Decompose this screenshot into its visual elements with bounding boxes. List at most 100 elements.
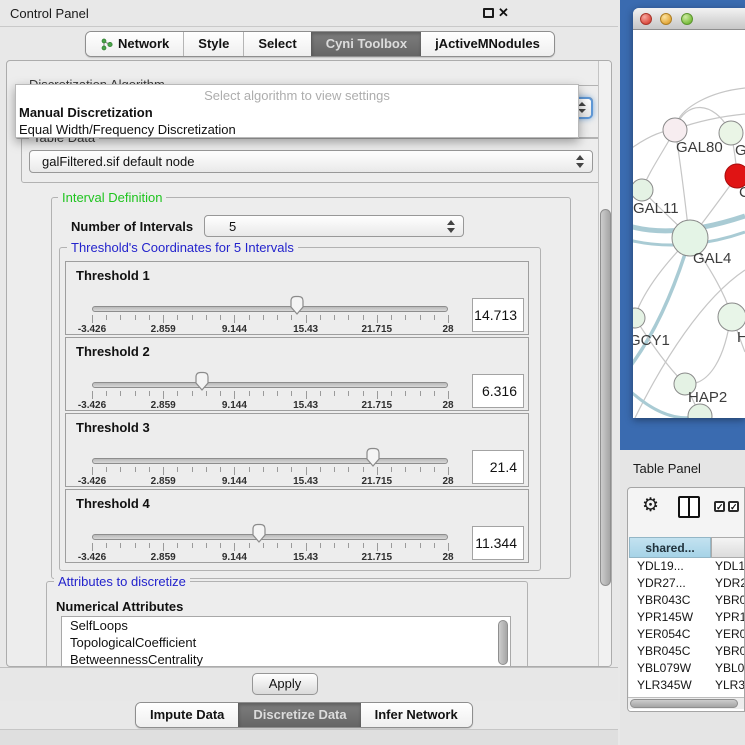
tick-mark	[348, 543, 349, 548]
node-label: H	[737, 329, 745, 346]
network-view-frame: GAL80GACGAL11GAL4GCY1HHAP2	[620, 0, 745, 450]
slider-thumb[interactable]	[289, 295, 305, 315]
column-header-name[interactable]: na	[711, 537, 745, 558]
attribute-list-item[interactable]: BetweennessCentrality	[62, 651, 510, 667]
algorithm-option[interactable]: Manual Discretization	[16, 104, 578, 121]
close-icon[interactable]: ✕	[498, 5, 509, 21]
table-row[interactable]: YDL19...YDL1	[629, 558, 745, 575]
table-row[interactable]: YLR345WYLR3	[629, 677, 745, 694]
tab-infer-network[interactable]: Infer Network	[361, 703, 472, 727]
tab-discretize-data[interactable]: Discretize Data	[238, 703, 360, 727]
tick-mark	[320, 391, 321, 396]
threshold-value-field[interactable]: 14.713	[472, 298, 524, 332]
tick-mark	[405, 467, 406, 472]
tick-mark	[420, 543, 421, 548]
tick-mark	[306, 467, 307, 475]
slider-thumb[interactable]	[194, 371, 210, 391]
tick-mark	[320, 315, 321, 320]
threshold-value-field[interactable]: 21.4	[472, 450, 524, 484]
slider-thumb[interactable]	[365, 447, 381, 467]
tick-mark	[377, 315, 378, 323]
tick-mark	[177, 543, 178, 548]
float-window-icon[interactable]	[483, 8, 494, 18]
tick-mark	[277, 467, 278, 472]
horizontal-scrollbar-thumb[interactable]	[630, 699, 738, 708]
threshold-value-field[interactable]: 11.344	[472, 526, 524, 560]
tick-mark	[377, 467, 378, 475]
checkbox-checked[interactable]: ✓	[728, 501, 739, 512]
node-label: GAL80	[676, 139, 723, 156]
tick-mark	[135, 391, 136, 396]
gear-icon[interactable]: ⚙	[642, 494, 659, 517]
attributes-listbox[interactable]: SelfLoopsTopologicalCoefficientBetweenne…	[61, 616, 511, 667]
tab-network[interactable]: Network	[86, 32, 183, 56]
table-data-combobox[interactable]: galFiltered.sif default node	[29, 150, 593, 173]
network-canvas[interactable]: GAL80GACGAL11GAL4GCY1HHAP2	[633, 30, 745, 418]
tick-mark	[249, 543, 250, 548]
tab-style[interactable]: Style	[183, 32, 243, 56]
name-cell: YLR3	[711, 677, 745, 694]
table-browser: ⚙ ✓ ✓ shared... na YDL19...YDL1YDR27...Y…	[627, 487, 745, 712]
tick-label: 28	[442, 552, 453, 563]
slider-track[interactable]	[92, 534, 448, 540]
zoom-traffic-light[interactable]	[681, 13, 693, 25]
table-row[interactable]: YBR043CYBR0	[629, 592, 745, 609]
network-node[interactable]	[718, 303, 745, 331]
attribute-list-item[interactable]: SelfLoops	[62, 617, 510, 634]
threshold-panel: Threshold 3-3.4262.8599.14415.4321.71528…	[65, 413, 529, 487]
tick-mark	[291, 315, 292, 320]
tick-mark	[334, 391, 335, 396]
tick-mark	[120, 315, 121, 320]
tick-label: 9.144	[222, 400, 247, 411]
tick-mark	[177, 315, 178, 320]
tick-mark	[434, 467, 435, 472]
tab-label: Infer Network	[375, 703, 458, 727]
table-row[interactable]: YER054CYER0	[629, 626, 745, 643]
slider-track[interactable]	[92, 458, 448, 464]
horizontal-scrollbar[interactable]	[628, 697, 744, 709]
slider-thumb[interactable]	[251, 523, 267, 543]
table-row[interactable]: YBL079WYBL0	[629, 660, 745, 677]
tick-mark	[192, 391, 193, 396]
table-row[interactable]: YDR27...YDR2	[629, 575, 745, 592]
tab-cyni-toolbox[interactable]: Cyni Toolbox	[311, 32, 421, 56]
minimize-traffic-light[interactable]	[660, 13, 672, 25]
list-scrollbar-thumb[interactable]	[498, 620, 508, 665]
panel-scrollbar[interactable]	[598, 61, 612, 667]
panel-scrollbar-thumb[interactable]	[600, 209, 611, 586]
shared-name-cell: YPR145W	[629, 609, 711, 626]
column-header-shared-name[interactable]: shared...	[629, 537, 711, 558]
tick-mark	[163, 543, 164, 551]
tab-impute-data[interactable]: Impute Data	[136, 703, 238, 727]
tick-mark	[177, 391, 178, 396]
table-row[interactable]: YPR145WYPR1	[629, 609, 745, 626]
checkbox-checked[interactable]: ✓	[714, 501, 725, 512]
attribute-list-item[interactable]: TopologicalCoefficient	[62, 634, 510, 651]
name-cell: YER0	[711, 626, 745, 643]
network-window-titlebar[interactable]	[633, 8, 745, 30]
name-cell: YBL0	[711, 660, 744, 677]
tick-label: 28	[442, 476, 453, 487]
network-node[interactable]	[688, 404, 712, 418]
node-label: GA	[735, 142, 745, 159]
close-traffic-light[interactable]	[640, 13, 652, 25]
table-row[interactable]: YBR045CYBR0	[629, 643, 745, 660]
tick-mark	[363, 467, 364, 472]
network-node[interactable]	[633, 308, 645, 328]
threshold-value-field[interactable]: 6.316	[472, 374, 524, 408]
number-of-intervals-spinner[interactable]: 5	[204, 215, 464, 237]
tick-mark	[334, 315, 335, 320]
tab-select[interactable]: Select	[243, 32, 310, 56]
columns-icon[interactable]	[678, 496, 700, 518]
tab-label: jActiveMNodules	[435, 32, 540, 56]
tick-mark	[434, 315, 435, 320]
tab-jactivemnodules[interactable]: jActiveMNodules	[421, 32, 554, 56]
tick-mark	[391, 391, 392, 396]
apply-button[interactable]: Apply	[252, 673, 318, 695]
slider-track[interactable]	[92, 306, 448, 312]
algorithm-option[interactable]: Equal Width/Frequency Discretization	[16, 121, 578, 138]
network-node[interactable]	[633, 179, 653, 201]
slider-track[interactable]	[92, 382, 448, 388]
network-edge[interactable]	[677, 88, 745, 122]
tick-mark	[420, 315, 421, 320]
